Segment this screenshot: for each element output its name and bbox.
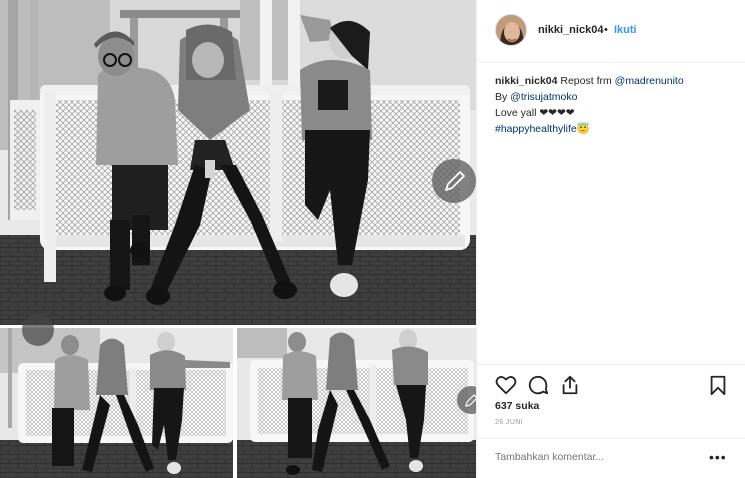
comment-icon[interactable]	[527, 374, 549, 396]
main-photo	[0, 0, 476, 325]
post-caption: nikki_nick04 Repost frm @madrenunito By …	[495, 73, 735, 137]
like-count[interactable]: 637 suka	[495, 400, 539, 412]
post-photo[interactable]	[0, 0, 476, 478]
mention-link[interactable]: @trisujatmoko	[510, 91, 577, 103]
share-icon[interactable]	[559, 374, 581, 396]
collage-image	[0, 0, 476, 478]
heart-icon[interactable]	[495, 374, 517, 396]
post-date[interactable]: 26 JUNI	[495, 419, 523, 426]
collage-photo-left	[0, 314, 233, 478]
pencil-icon[interactable]	[432, 159, 476, 203]
caption-text: Repost frm	[557, 75, 615, 87]
emoji: 😇	[576, 123, 590, 135]
action-bar	[477, 364, 745, 402]
hashtag-link[interactable]: #happyhealthylife	[495, 123, 577, 135]
avatar[interactable]	[495, 14, 527, 46]
collage-photo-right	[237, 328, 476, 478]
bookmark-icon[interactable]	[707, 374, 729, 396]
more-options-button[interactable]: •••	[709, 449, 727, 465]
post-details-panel: nikki_nick04 • Ikuti nikki_nick04 Repost…	[476, 0, 745, 478]
separator-dot: •	[604, 24, 608, 36]
caption-line-4: #happyhealthylife😇	[495, 121, 735, 137]
caption-line-3: Love yall ❤❤❤❤	[495, 107, 575, 119]
caption-line-2: By @trisujatmoko	[495, 89, 735, 105]
caption-line-1: nikki_nick04 Repost frm @madrenunito	[495, 73, 735, 89]
caption-username[interactable]: nikki_nick04	[495, 75, 557, 87]
username-link[interactable]: nikki_nick04	[538, 24, 603, 36]
instagram-post-window: nikki_nick04 • Ikuti nikki_nick04 Repost…	[0, 0, 745, 478]
mention-link[interactable]: @madrenunito	[615, 75, 684, 87]
comment-input[interactable]	[495, 451, 695, 463]
caption-by: By	[495, 91, 511, 103]
follow-button[interactable]: Ikuti	[614, 24, 637, 36]
avatar-image	[496, 15, 526, 45]
post-header: nikki_nick04 • Ikuti	[477, 0, 745, 63]
comment-bar: •••	[477, 438, 745, 478]
